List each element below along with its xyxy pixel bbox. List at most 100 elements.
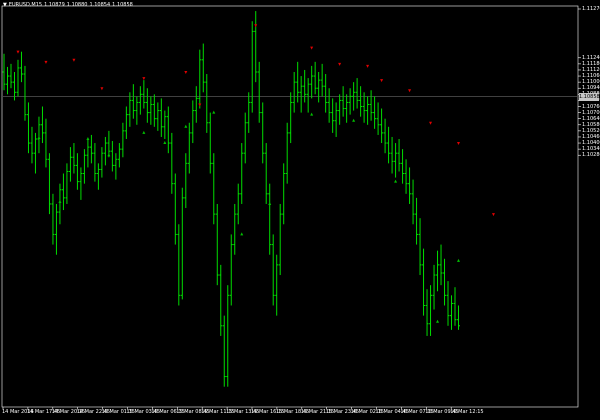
ohlc-bar <box>366 96 370 125</box>
price-axis-label: 1.10520 <box>582 127 600 134</box>
ohlc-bar <box>411 179 415 225</box>
price-axis-label: 1.10580 <box>582 121 600 128</box>
ohlc-bar <box>383 118 387 154</box>
ohlc-bar <box>285 122 289 184</box>
buy-signal-arrow <box>184 124 188 128</box>
ohlc-bar <box>184 153 188 209</box>
buy-signal-arrow <box>394 179 398 183</box>
ohlc-bar <box>68 147 72 182</box>
sell-signal-arrow <box>408 89 412 93</box>
sell-signal-arrow <box>338 62 342 66</box>
ohlc-bar <box>128 92 132 127</box>
sell-signal-arrow <box>310 46 314 50</box>
chart-window[interactable]: ▼ EURUSD,M15 1.10879 1.10880 1.10854 1.1… <box>0 0 600 420</box>
price-axis-label: 1.11270 <box>582 6 600 12</box>
ohlc-bar <box>278 203 282 276</box>
ohlc-bar <box>450 295 454 330</box>
ohlc-bar <box>439 244 443 286</box>
ohlc-bar <box>40 106 44 144</box>
ohlc-bar <box>254 11 258 83</box>
ohlc-bar <box>117 143 121 168</box>
buy-signal-arrow <box>240 232 244 236</box>
ohlc-bar <box>317 71 321 103</box>
ohlc-bar <box>390 136 394 174</box>
ohlc-bar <box>152 94 156 127</box>
ohlc-bar <box>82 149 86 184</box>
ohlc-bar <box>443 258 447 306</box>
sell-signal-arrow <box>366 64 370 68</box>
buy-signal-arrow <box>142 130 146 134</box>
ohlc-bar <box>86 138 90 168</box>
ohlc-bar <box>163 110 167 139</box>
ohlc-bar <box>236 183 240 225</box>
ohlc-bar <box>324 74 328 113</box>
ohlc-bar <box>89 134 93 164</box>
ohlc-bar <box>212 153 216 225</box>
buy-signal-arrow <box>436 319 440 323</box>
ohlc-bar <box>166 106 170 154</box>
ohlc-bar <box>369 90 373 121</box>
ohlc-bar <box>135 96 139 125</box>
ohlc-bar <box>268 183 272 255</box>
buy-signal-arrow <box>212 110 216 114</box>
ohlc-bar <box>205 74 209 133</box>
ohlc-bar <box>247 92 251 133</box>
ohlc-bar <box>222 315 226 387</box>
sell-signal-arrow <box>16 50 20 54</box>
ohlc-bar <box>355 78 359 109</box>
ohlc-bar <box>33 132 37 174</box>
ohlc-bar <box>313 61 317 95</box>
ohlc-bar <box>194 86 198 123</box>
ohlc-bar <box>16 59 20 97</box>
ohlc-bar <box>114 153 118 180</box>
ohlc-bar <box>37 116 41 154</box>
ohlc-bar <box>408 167 412 204</box>
ohlc-bar <box>180 187 184 300</box>
price-axis-label: 1.11180 <box>582 60 600 67</box>
ohlc-bar <box>9 63 13 89</box>
price-chart[interactable] <box>0 0 600 420</box>
sell-signal-arrow <box>380 79 384 83</box>
ohlc-bar <box>338 94 342 125</box>
price-axis-label: 1.10400 <box>582 140 600 147</box>
ohlc-bar <box>425 289 429 336</box>
ohlc-bar <box>457 305 461 330</box>
price-axis-label: 1.10640 <box>582 115 600 122</box>
buy-signal-arrow <box>107 153 111 157</box>
ohlc-bar <box>219 264 223 336</box>
ohlc-bar <box>376 102 380 135</box>
sell-signal-arrow <box>100 87 104 91</box>
ohlc-bar <box>100 147 104 178</box>
buy-signal-arrow <box>58 199 62 203</box>
sell-signal-arrow <box>44 60 48 64</box>
price-axis-label: 1.10940 <box>582 85 600 92</box>
ohlc-bar <box>138 86 142 115</box>
ohlc-bar <box>96 163 100 190</box>
ohlc-bar <box>240 143 244 204</box>
price-axis-label: 1.11000 <box>582 79 600 86</box>
ohlc-bar <box>387 126 391 164</box>
ohlc-bar <box>121 122 125 158</box>
sell-signal-arrow <box>491 213 495 217</box>
ohlc-bar <box>65 163 69 204</box>
ohlc-bar <box>170 132 174 194</box>
price-axis-label: 1.10460 <box>582 133 600 140</box>
ohlc-bar <box>436 250 440 292</box>
ohlc-bar <box>334 102 338 137</box>
buy-signal-arrow <box>310 112 314 116</box>
sell-signal-arrow <box>254 24 258 28</box>
ohlc-bar <box>44 118 48 168</box>
sell-signal-arrow <box>198 103 202 107</box>
ohlc-bar <box>61 173 65 211</box>
buy-signal-arrow <box>352 118 356 122</box>
ohlc-bar <box>19 51 23 83</box>
ohlc-bar <box>187 122 191 174</box>
ohlc-bar <box>156 102 160 131</box>
ohlc-bar <box>226 285 230 387</box>
ohlc-bar <box>79 167 83 200</box>
ohlc-bar <box>415 197 419 245</box>
ohlc-bar <box>401 149 405 184</box>
ohlc-bar <box>191 100 195 144</box>
ohlc-bar <box>331 98 335 133</box>
ohlc-bar <box>208 112 212 174</box>
